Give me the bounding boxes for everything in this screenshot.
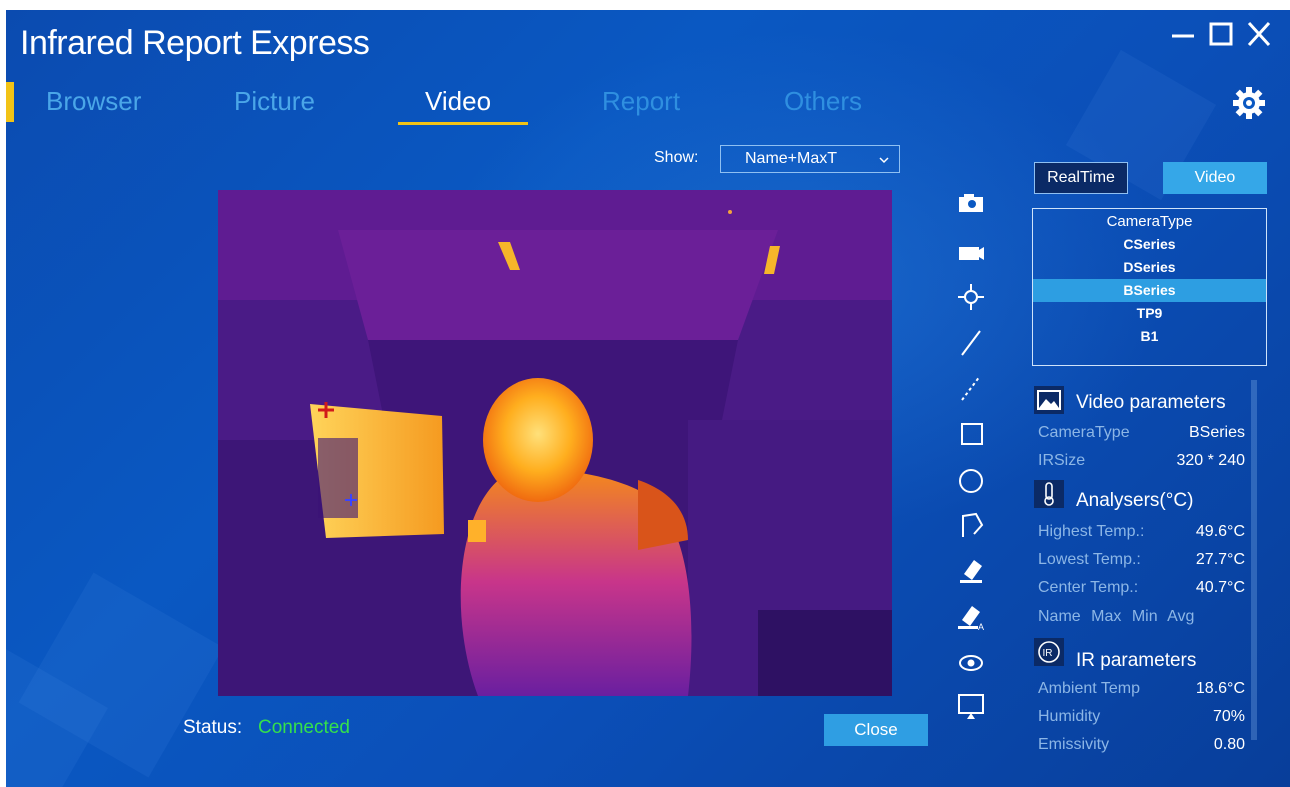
camera-type-list[interactable]: CameraType CSeries DSeries BSeries TP9 B…: [1032, 208, 1267, 366]
ir-parameters-title: IR parameters: [1076, 650, 1197, 671]
svg-text:A: A: [978, 622, 984, 632]
app-title: Infrared Report Express: [20, 24, 370, 62]
thermal-video-frame[interactable]: [218, 190, 892, 696]
tab-report[interactable]: Report: [602, 86, 680, 117]
app-window: Infrared Report Express Browser Picture …: [6, 10, 1290, 787]
camera-icon: [959, 194, 983, 212]
analyser-value: 49.6°C: [1195, 523, 1245, 540]
dashed-line-tool[interactable]: [954, 373, 988, 403]
eraser-icon: [960, 560, 982, 583]
camera-item-b1[interactable]: B1: [1033, 325, 1266, 348]
erase-all-tool[interactable]: A: [954, 602, 988, 632]
column-header-min: Min: [1131, 608, 1158, 625]
camera-item-dseries[interactable]: DSeries: [1033, 256, 1266, 279]
ir-icon: IR: [1032, 636, 1066, 668]
gear-icon: [1233, 87, 1265, 119]
analyser-label: Center Temp.:: [1038, 579, 1139, 596]
ir-param-label: Humidity: [1038, 708, 1101, 725]
line-icon: [961, 330, 981, 356]
close-button[interactable]: Close: [824, 714, 928, 746]
analyser-value: 27.7°C: [1195, 551, 1245, 568]
ir-param-label: Emissivity: [1038, 736, 1110, 753]
video-mode-button[interactable]: Video: [1163, 162, 1267, 194]
rectangle-tool[interactable]: [954, 420, 988, 450]
maximize-icon: [1209, 22, 1233, 46]
maximize-button[interactable]: [1206, 16, 1236, 50]
record-button[interactable]: [954, 238, 988, 268]
tab-others[interactable]: Others: [784, 86, 862, 117]
column-header-name: Name: [1038, 608, 1081, 625]
column-header-max: Max: [1091, 608, 1122, 625]
eye-icon: [959, 655, 983, 671]
camera-list-header: CameraType: [1106, 213, 1193, 230]
camera-item-tp9[interactable]: TP9: [1033, 302, 1266, 325]
active-tab-underline: [398, 122, 528, 125]
spot-tool[interactable]: [954, 282, 988, 312]
close-window-button[interactable]: [1244, 16, 1274, 50]
thermal-image: [218, 190, 892, 696]
minimize-button[interactable]: [1168, 16, 1198, 50]
rectangle-icon: [961, 423, 983, 445]
analyser-label: Highest Temp.:: [1038, 523, 1145, 540]
camera-item-bseries[interactable]: BSeries: [1033, 279, 1266, 302]
spot-point-icon: [958, 284, 984, 310]
monitor-icon: [958, 694, 984, 719]
show-dropdown[interactable]: Name+MaxT: [720, 145, 900, 173]
analyser-label: Lowest Temp.:: [1038, 551, 1141, 568]
circle-icon: [959, 469, 983, 493]
minimize-icon: [1172, 34, 1194, 38]
param-label: IRSize: [1038, 452, 1086, 469]
eraser-all-icon: A: [958, 606, 984, 632]
circle-tool[interactable]: [954, 466, 988, 496]
eraser-tool[interactable]: [954, 556, 988, 586]
ir-param-value: 0.80: [1213, 736, 1245, 753]
chevron-down-icon: [879, 157, 889, 164]
line-tool[interactable]: [954, 328, 988, 358]
ir-param-label: Ambient Temp: [1038, 680, 1140, 697]
param-value: 320 * 240: [1176, 452, 1245, 469]
realtime-button[interactable]: RealTime: [1034, 162, 1128, 194]
status-value: Connected: [258, 717, 350, 738]
tab-picture[interactable]: Picture: [234, 86, 315, 117]
fullscreen-button[interactable]: [954, 692, 988, 722]
tab-browser[interactable]: Browser: [46, 86, 141, 117]
param-value: BSeries: [1188, 424, 1245, 441]
nav-accent-bar: [6, 82, 14, 122]
polygon-icon: [962, 512, 984, 537]
svg-text:IR: IR: [1043, 648, 1053, 659]
camera-item-cseries[interactable]: CSeries: [1033, 233, 1266, 256]
snapshot-button[interactable]: [954, 188, 988, 218]
analyser-columns: Name Max Min Avg: [1038, 608, 1200, 626]
show-dropdown-value: Name+MaxT: [745, 150, 838, 167]
visibility-toggle[interactable]: [954, 648, 988, 678]
settings-button[interactable]: [1232, 86, 1266, 120]
video-camera-icon: [959, 247, 984, 260]
polygon-tool[interactable]: [954, 510, 988, 540]
thermometer-icon: [1032, 478, 1066, 510]
status-label: Status:: [183, 717, 243, 738]
tab-video[interactable]: Video: [425, 86, 491, 117]
show-label: Show:: [654, 149, 699, 166]
param-label: CameraType: [1038, 424, 1130, 441]
analyser-value: 40.7°C: [1195, 579, 1245, 596]
image-icon: [1032, 384, 1066, 416]
panel-scrollbar[interactable]: [1251, 380, 1257, 740]
analysers-title: Analysers(°C): [1076, 490, 1194, 511]
video-parameters-title: Video parameters: [1076, 392, 1226, 413]
ir-param-value: 18.6°C: [1195, 680, 1245, 697]
ir-param-value: 70%: [1212, 708, 1245, 725]
column-header-avg: Avg: [1167, 608, 1195, 625]
close-icon: [1247, 21, 1271, 47]
dashed-line-icon: [961, 375, 981, 401]
